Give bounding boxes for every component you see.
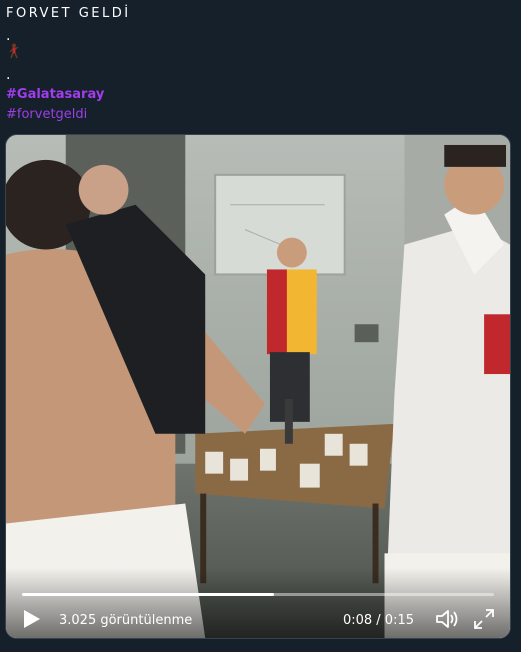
volume-icon[interactable] bbox=[434, 607, 460, 631]
dot-line: . bbox=[6, 28, 11, 44]
video-controls: 3.025 görüntülenme 0:08 / 0:15 bbox=[6, 568, 510, 638]
fullscreen-icon[interactable] bbox=[472, 607, 496, 631]
dot-line: . bbox=[6, 67, 11, 83]
runner-emoji-icon bbox=[9, 43, 19, 59]
video-time: 0:08 / 0:15 bbox=[342, 613, 414, 628]
tweet-headline: FORVET GELDİ bbox=[6, 6, 131, 21]
video-frame bbox=[6, 135, 510, 638]
video-progress-bar[interactable] bbox=[22, 593, 494, 596]
video-player[interactable]: 3.025 görüntülenme 0:08 / 0:15 bbox=[5, 134, 511, 639]
view-count: 3.025 görüntülenme bbox=[59, 613, 193, 628]
hashtag-galatasaray[interactable]: #Galatasaray bbox=[6, 87, 104, 102]
play-icon[interactable] bbox=[20, 608, 42, 630]
hashtag-forvetgeldi[interactable]: #forvetgeldi bbox=[6, 107, 87, 122]
video-progress-fill bbox=[22, 593, 274, 596]
